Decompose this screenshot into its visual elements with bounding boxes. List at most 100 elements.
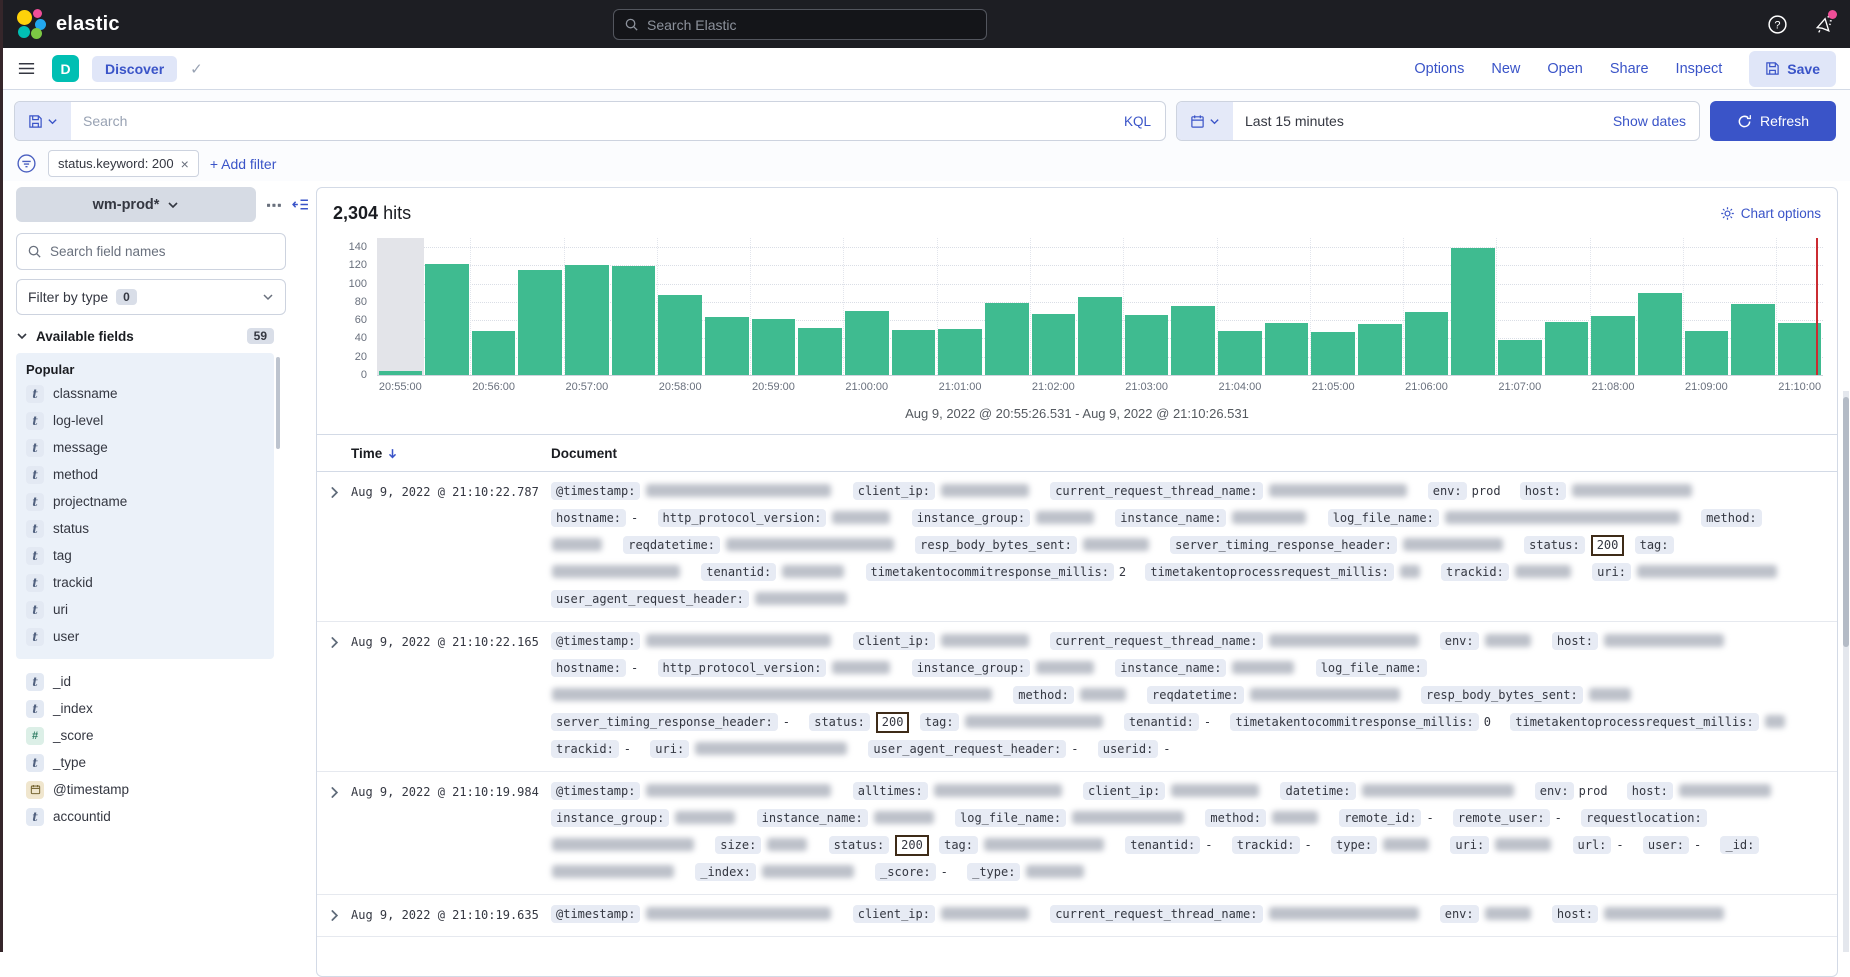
field-name-label: uri — [53, 602, 68, 617]
histogram-bar[interactable] — [658, 295, 702, 375]
date-quick-select-button[interactable] — [1177, 102, 1233, 140]
date-picker-group: Last 15 minutes Show dates — [1176, 101, 1700, 141]
filter-by-type-dropdown[interactable]: Filter by type 0 — [16, 279, 286, 315]
doc-field-name: remote_user: — [1453, 809, 1550, 827]
histogram-bar[interactable] — [1125, 315, 1169, 375]
chart-options-button[interactable]: Chart options — [1720, 206, 1821, 221]
y-axis-label: 140 — [333, 241, 367, 253]
field-item-accountid[interactable]: taccountid — [26, 803, 274, 830]
histogram-bar[interactable] — [1358, 324, 1402, 375]
help-icon[interactable]: ? — [1766, 13, 1788, 35]
filter-pill-status-keyword[interactable]: status.keyword: 200 × — [48, 150, 199, 177]
histogram-bar[interactable] — [472, 331, 516, 375]
histogram-bar[interactable] — [1498, 340, 1542, 375]
elastic-brand[interactable]: elastic — [16, 9, 120, 39]
discover-app-badge[interactable]: D — [52, 55, 79, 82]
field-item-uri[interactable]: turi — [26, 596, 274, 623]
share-link[interactable]: Share — [1610, 61, 1649, 77]
histogram-plot[interactable] — [377, 238, 1823, 376]
field-item-tag[interactable]: ttag — [26, 542, 274, 569]
histogram-bar[interactable] — [752, 319, 796, 375]
histogram-bar[interactable] — [1078, 297, 1122, 375]
global-search-input[interactable] — [647, 17, 976, 33]
field-item-_index[interactable]: t_index — [26, 695, 274, 722]
field-item-_id[interactable]: t_id — [26, 668, 274, 695]
histogram-bar[interactable] — [518, 270, 562, 375]
histogram-bar[interactable] — [1451, 248, 1495, 375]
expand-row-button[interactable] — [317, 478, 351, 613]
histogram-bar[interactable] — [938, 329, 982, 375]
menu-icon[interactable] — [14, 57, 38, 81]
inspect-link[interactable]: Inspect — [1676, 61, 1723, 77]
histogram-bar[interactable] — [1311, 332, 1355, 375]
saved-query-menu-button[interactable] — [15, 102, 71, 140]
field-name-label: _score — [53, 728, 94, 743]
doc-field-name: tag: — [1635, 536, 1674, 554]
histogram-bar[interactable] — [379, 371, 423, 375]
save-query-icon — [28, 114, 43, 129]
page-scrollbar-thumb[interactable] — [1843, 397, 1849, 647]
save-button[interactable]: Save — [1749, 51, 1836, 87]
histogram-bar[interactable] — [1218, 331, 1262, 375]
refresh-button[interactable]: Refresh — [1710, 101, 1836, 141]
redacted-value — [1269, 907, 1419, 920]
histogram-bar[interactable] — [845, 311, 889, 375]
new-link[interactable]: New — [1491, 61, 1520, 77]
add-filter-link[interactable]: + Add filter — [210, 156, 277, 172]
histogram-bar[interactable] — [1638, 293, 1682, 375]
histogram-bar[interactable] — [1405, 312, 1449, 375]
expand-row-button[interactable] — [317, 901, 351, 928]
expand-row-button[interactable] — [317, 628, 351, 763]
available-fields-accordion[interactable]: Available fields 59 — [16, 328, 274, 344]
histogram-bar[interactable] — [1171, 306, 1215, 375]
histogram-bar[interactable] — [1545, 322, 1589, 375]
histogram-bar[interactable] — [892, 330, 936, 375]
field-search[interactable] — [16, 233, 286, 270]
sidebar-scrollbar[interactable] — [276, 357, 280, 449]
field-settings-icon[interactable] — [266, 197, 282, 213]
histogram-bar[interactable] — [612, 266, 656, 375]
histogram-bar[interactable] — [985, 303, 1029, 375]
histogram-bar[interactable] — [1731, 304, 1775, 375]
remove-filter-icon[interactable]: × — [181, 156, 189, 172]
open-link[interactable]: Open — [1547, 61, 1582, 77]
field-item-log-level[interactable]: tlog-level — [26, 407, 274, 434]
field-item-classname[interactable]: tclassname — [26, 380, 274, 407]
time-range-value[interactable]: Last 15 minutes — [1233, 102, 1600, 140]
x-axis-label: 20:55:00 — [368, 381, 432, 393]
collapse-sidebar-icon[interactable] — [292, 196, 309, 213]
field-item-status[interactable]: tstatus — [26, 515, 274, 542]
time-column-sort[interactable]: Time — [351, 446, 551, 461]
breadcrumb-discover[interactable]: Discover — [92, 56, 177, 82]
histogram-bar[interactable] — [1685, 331, 1729, 375]
global-search[interactable] — [613, 9, 987, 40]
field-item-user[interactable]: tuser — [26, 623, 274, 650]
kql-toggle[interactable]: KQL — [1110, 102, 1165, 140]
global-header: elastic ? — [0, 0, 1850, 48]
histogram-bar[interactable] — [565, 265, 609, 376]
histogram-bar[interactable] — [798, 328, 842, 375]
field-item-_type[interactable]: t_type — [26, 749, 274, 776]
histogram-bar[interactable] — [1032, 314, 1076, 375]
filter-menu-icon[interactable] — [16, 153, 37, 174]
field-search-input[interactable] — [50, 244, 275, 259]
field-item-projectname[interactable]: tprojectname — [26, 488, 274, 515]
field-item-@timestamp[interactable]: @timestamp — [26, 776, 274, 803]
histogram-bar[interactable] — [425, 264, 469, 375]
doc-field-value: - — [1616, 838, 1623, 852]
expand-row-button[interactable] — [317, 778, 351, 886]
field-item-message[interactable]: tmessage — [26, 434, 274, 461]
field-item-trackid[interactable]: ttrackid — [26, 569, 274, 596]
options-link[interactable]: Options — [1414, 61, 1464, 77]
field-item-method[interactable]: tmethod — [26, 461, 274, 488]
page-scrollbar[interactable] — [1843, 391, 1849, 952]
show-dates-link[interactable]: Show dates — [1600, 102, 1699, 140]
field-item-_score[interactable]: #_score — [26, 722, 274, 749]
histogram-bar[interactable] — [1265, 323, 1309, 375]
index-pattern-switcher[interactable]: wm-prod* — [16, 187, 256, 222]
query-input[interactable] — [71, 102, 1110, 140]
histogram-bar[interactable] — [1591, 316, 1635, 375]
check-icon[interactable]: ✓ — [190, 60, 203, 78]
histogram-bar[interactable] — [705, 317, 749, 375]
newsfeed-icon[interactable] — [1812, 13, 1834, 35]
